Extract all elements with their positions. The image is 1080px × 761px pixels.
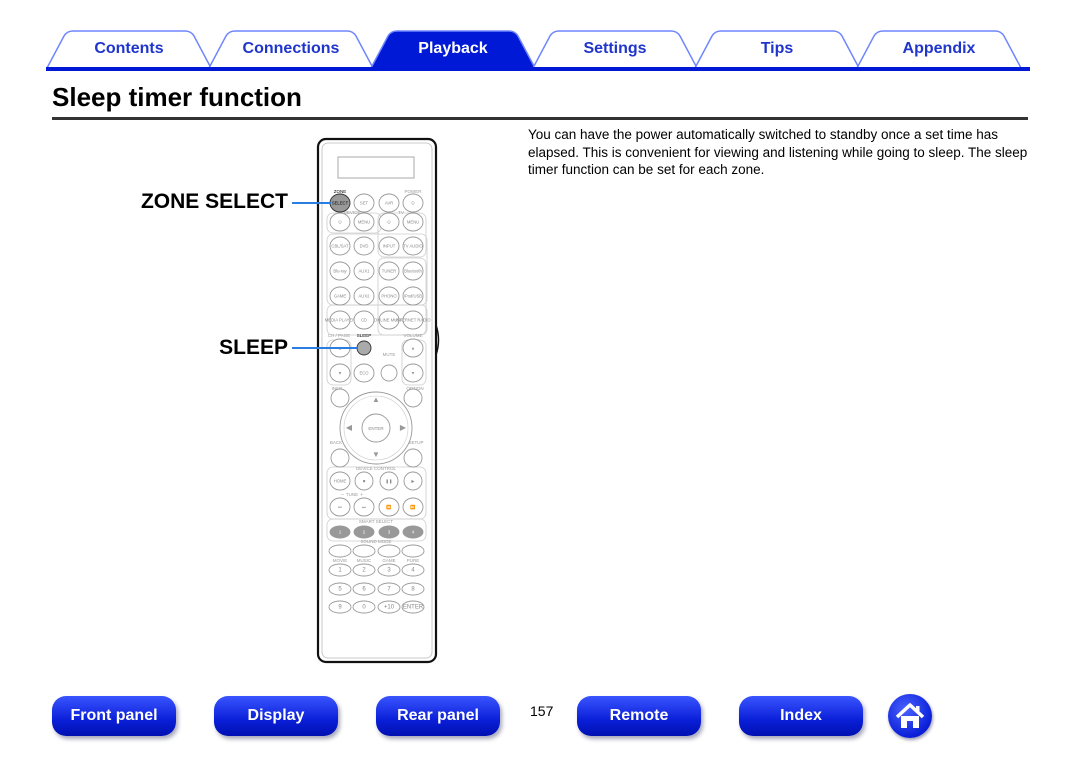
home-button[interactable] xyxy=(888,694,932,738)
remote-button-label: MENU xyxy=(407,220,419,225)
remote-button-label: ❚❚ xyxy=(385,479,392,484)
remote-button-label: ⏪ xyxy=(386,505,391,510)
remote-label-volume: VOLUME xyxy=(403,333,422,338)
remote-label-ch-page: CH / PAGE xyxy=(328,333,350,338)
remote-button-label: SET xyxy=(360,201,369,206)
remote-button-label: CBL/SAT xyxy=(331,244,349,249)
remote-label-back: BACK xyxy=(330,440,342,445)
remote-button-label: HOME xyxy=(334,479,347,484)
remote-button-label: ⏮ xyxy=(338,505,342,510)
remote-label-device: DEVICE xyxy=(344,210,361,215)
remote-button-label: SELECT xyxy=(332,201,349,206)
remote-label-device-control: DEVICE CONTROL xyxy=(356,466,397,471)
remote-button-label: Blu-ray xyxy=(333,269,347,274)
rear-panel-button[interactable]: Rear panel xyxy=(376,696,500,736)
remote-label-setup: SETUP xyxy=(408,440,423,445)
enter-label: ENTER xyxy=(368,426,384,431)
remote-button-label: TV AUDIO xyxy=(403,244,423,249)
remote-button-label: iPod/USB xyxy=(404,294,422,299)
dpad-arrow-icon: ▼ xyxy=(372,450,380,459)
remote-button[interactable] xyxy=(330,388,350,408)
remote-label-tv: TV xyxy=(398,210,404,215)
callout-sleep: SLEEP xyxy=(219,336,288,359)
remote-label-sleep: SLEEP xyxy=(357,333,372,338)
remote-button-label: DVD xyxy=(360,244,369,249)
dpad-arrow-icon: ▲ xyxy=(372,395,380,404)
page-number: 157 xyxy=(530,703,554,719)
remote-button-label: MENU xyxy=(358,220,370,225)
callout-zone-select: ZONE SELECT xyxy=(140,190,288,213)
remote-button-label: PHONO xyxy=(381,294,397,299)
remote-display-window xyxy=(337,156,415,179)
sound-mode-label: GAME xyxy=(382,558,395,563)
remote-button-label: ⏭ xyxy=(362,505,366,510)
remote-button-label: ▲ xyxy=(411,346,415,351)
remote-button-label: ⏩ xyxy=(410,505,415,510)
remote-button-label: INTERNET RADIO xyxy=(395,318,431,323)
remote-button-label: GAME xyxy=(334,294,347,299)
index-button[interactable]: Index xyxy=(739,696,863,736)
remote-button-label: AVR xyxy=(385,201,393,206)
dpad-arrow-icon: ▶ xyxy=(400,423,407,432)
remote-button-label: AUX2 xyxy=(359,294,371,299)
remote-button-label: CD xyxy=(361,318,367,323)
remote-button-label: TUNER xyxy=(382,269,396,274)
remote-button[interactable] xyxy=(330,448,350,468)
dpad-arrow-icon: ◀ xyxy=(346,423,353,432)
remote-button[interactable] xyxy=(403,388,423,408)
sound-mode-label: MUSIC xyxy=(357,558,372,563)
sound-mode-label: MOVIE xyxy=(333,558,348,563)
remote-button[interactable] xyxy=(352,544,376,558)
remote-button-label: INPUT xyxy=(383,244,396,249)
remote-button[interactable] xyxy=(380,364,398,382)
remote-button[interactable] xyxy=(403,448,423,468)
remote-button-label: Bluetooth xyxy=(404,269,422,274)
home-icon xyxy=(895,703,925,728)
remote-label-sound-mode: SOUND MODE xyxy=(360,539,391,544)
remote-button[interactable] xyxy=(377,544,401,558)
remote-button-label: ECO xyxy=(359,371,369,376)
remote-button-label: ENTER xyxy=(403,605,424,611)
remote-label-mute: MUTE xyxy=(383,352,396,357)
remote-control-illustration: ZONE POWER DEVICE TV CH / PAGE SLEEP VOLUME MUT… xyxy=(292,137,440,664)
remote-button-label: ▼ xyxy=(338,371,342,376)
remote-label-smart-select: SMART SELECT xyxy=(359,519,394,524)
sound-mode-label: PURE xyxy=(407,558,420,563)
remote-label-zone: ZONE xyxy=(334,189,347,194)
remote-button[interactable]: Remote xyxy=(577,696,701,736)
remote-label-tune: － TUNE ＋ xyxy=(340,492,364,497)
display-button[interactable]: Display xyxy=(214,696,338,736)
remote-button-label: AUX1 xyxy=(359,269,371,274)
remote-button[interactable] xyxy=(356,340,372,356)
remote-label-power: POWER xyxy=(404,189,422,194)
remote-button-label: MEDIA PLAYER xyxy=(325,318,355,323)
front-panel-button[interactable]: Front panel xyxy=(52,696,176,736)
remote-button[interactable] xyxy=(328,544,352,558)
remote-button[interactable] xyxy=(401,544,425,558)
remote-button-label: +10 xyxy=(384,605,395,611)
remote-button-label: ▼ xyxy=(411,371,415,376)
